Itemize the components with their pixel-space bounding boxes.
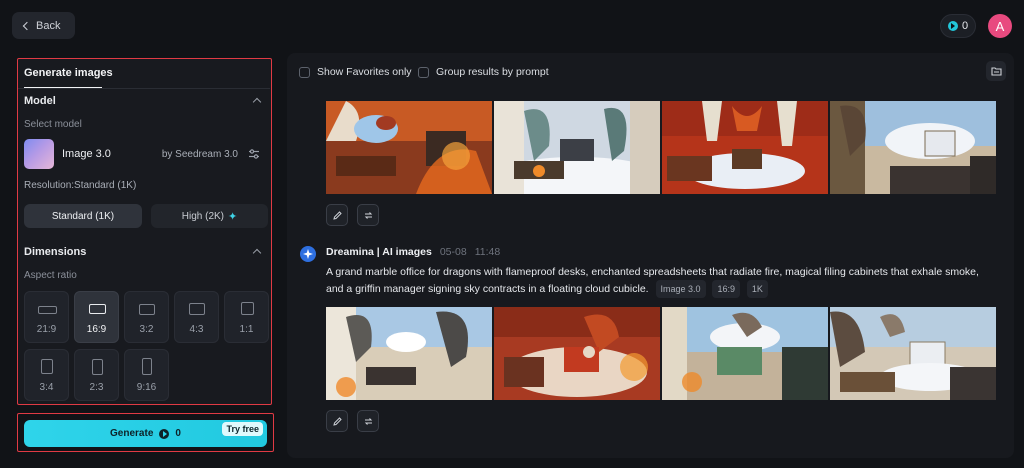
- ratio-21-9[interactable]: 21:9: [24, 291, 69, 343]
- resolution-high-label: High (2K): [181, 210, 225, 222]
- generate-section: Generate 0 Try free: [17, 413, 274, 452]
- tag-model: Image 3.0: [655, 280, 706, 298]
- ratio-16-9[interactable]: 16:9: [74, 291, 119, 343]
- folder-button[interactable]: [986, 61, 1006, 81]
- ratio-label: 3:2: [139, 324, 154, 335]
- image-grid-previous: [326, 101, 996, 194]
- regenerate-button[interactable]: [357, 204, 379, 226]
- chevron-up-icon[interactable]: [252, 248, 262, 258]
- author-name: Dreamina | AI images: [326, 246, 432, 258]
- dimensions-section-title: Dimensions: [24, 246, 87, 258]
- credits-value: 0: [961, 20, 969, 32]
- ratio-label: 1:1: [239, 324, 254, 335]
- show-favorites-checkbox[interactable]: Show Favorites only: [299, 66, 412, 78]
- show-favorites-label: Show Favorites only: [317, 66, 412, 78]
- prompt-body: A grand marble office for dragons with f…: [326, 266, 979, 295]
- generated-image[interactable]: [494, 307, 660, 400]
- prompt-text[interactable]: A grand marble office for dragons with f…: [326, 264, 996, 298]
- pencil-icon: [332, 416, 342, 426]
- generated-image[interactable]: [326, 307, 492, 400]
- chevron-up-icon[interactable]: [252, 97, 262, 107]
- tab-generate-images[interactable]: Generate images: [24, 67, 113, 79]
- model-provider: by Seedream 3.0: [161, 148, 238, 160]
- settings-sliders-icon[interactable]: [248, 148, 260, 160]
- edit-button[interactable]: [326, 410, 348, 432]
- group-by-prompt-checkbox[interactable]: Group results by prompt: [418, 66, 549, 78]
- checkbox-icon: [299, 66, 310, 78]
- model-name: Image 3.0: [62, 148, 111, 160]
- generated-image[interactable]: [662, 307, 828, 400]
- ratio-shape-icon: [89, 304, 106, 314]
- generate-label: Generate: [110, 428, 154, 439]
- ratio-label: 3:4: [39, 382, 54, 393]
- ratio-3-2[interactable]: 3:2: [124, 291, 169, 343]
- generate-cost: 0: [175, 428, 181, 439]
- tag-resolution: 1K: [746, 280, 768, 298]
- credits-counter[interactable]: 0: [940, 14, 976, 38]
- prompt-header: Dreamina | AI images 05-08 11:48: [326, 246, 500, 258]
- edit-button[interactable]: [326, 204, 348, 226]
- tag-ratio: 16:9: [712, 280, 740, 298]
- sparkle-icon: ✦: [228, 210, 238, 223]
- back-button[interactable]: Back: [12, 12, 75, 39]
- generated-image[interactable]: [830, 101, 996, 194]
- generated-image[interactable]: [662, 101, 828, 194]
- regenerate-button[interactable]: [357, 410, 379, 432]
- repeat-icon: [364, 211, 372, 219]
- model-selector[interactable]: Image 3.0 by Seedream 3.0: [24, 139, 268, 169]
- aspect-ratio-label: Aspect ratio: [24, 270, 77, 281]
- ratio-9-16[interactable]: 9:16: [124, 349, 169, 401]
- generate-button[interactable]: Generate 0 Try free: [24, 420, 267, 447]
- generated-image[interactable]: [830, 307, 996, 400]
- results-panel: Show Favorites only Group results by pro…: [287, 53, 1014, 458]
- ratio-shape-icon: [38, 306, 57, 314]
- resolution-high-button[interactable]: High (2K) ✦: [151, 204, 268, 228]
- checkbox-icon: [418, 66, 429, 78]
- ratio-shape-icon: [92, 359, 103, 375]
- ratio-shape-icon: [241, 302, 254, 315]
- chevron-left-icon: [22, 21, 32, 30]
- ratio-label: 9:16: [136, 382, 157, 393]
- ratio-label: 21:9: [36, 324, 57, 335]
- resolution-standard-button[interactable]: Standard (1K): [24, 204, 142, 228]
- ratio-shape-icon: [139, 304, 155, 315]
- prompt-date: 05-08: [439, 246, 467, 258]
- credit-icon: [947, 21, 958, 31]
- ratio-4-3[interactable]: 4:3: [174, 291, 219, 343]
- avatar[interactable]: A: [988, 14, 1012, 38]
- repeat-icon: [364, 417, 372, 425]
- generate-settings-panel: Generate images Model Select model Image…: [17, 58, 272, 405]
- resolution-standard-label: Standard (1K): [51, 210, 115, 222]
- image-grid-latest: [326, 307, 996, 400]
- model-section-title: Model: [24, 95, 56, 107]
- ratio-1-1[interactable]: 1:1: [224, 291, 269, 343]
- ratio-shape-icon: [189, 303, 205, 315]
- ratio-label: 4:3: [189, 324, 204, 335]
- group-by-prompt-label: Group results by prompt: [436, 66, 549, 78]
- ratio-3-4[interactable]: 3:4: [24, 349, 69, 401]
- generated-image[interactable]: [494, 101, 660, 194]
- prompt-time: 11:48: [474, 246, 501, 258]
- resolution-label: Resolution:Standard (1K): [24, 180, 137, 191]
- ratio-2-3[interactable]: 2:3: [74, 349, 119, 401]
- ratio-label: 16:9: [86, 324, 107, 335]
- select-model-label: Select model: [24, 119, 82, 130]
- pencil-icon: [332, 210, 342, 220]
- ratio-label: 2:3: [89, 382, 104, 393]
- divider: [18, 88, 270, 89]
- model-thumbnail: [24, 139, 54, 169]
- ratio-shape-icon: [142, 358, 152, 375]
- back-label: Back: [36, 19, 61, 32]
- try-free-badge: Try free: [222, 422, 263, 436]
- ratio-shape-icon: [41, 359, 53, 374]
- dreamina-logo-icon: [300, 246, 316, 262]
- folder-icon: [990, 67, 1002, 76]
- generated-image[interactable]: [326, 101, 492, 194]
- credit-icon: [159, 428, 170, 439]
